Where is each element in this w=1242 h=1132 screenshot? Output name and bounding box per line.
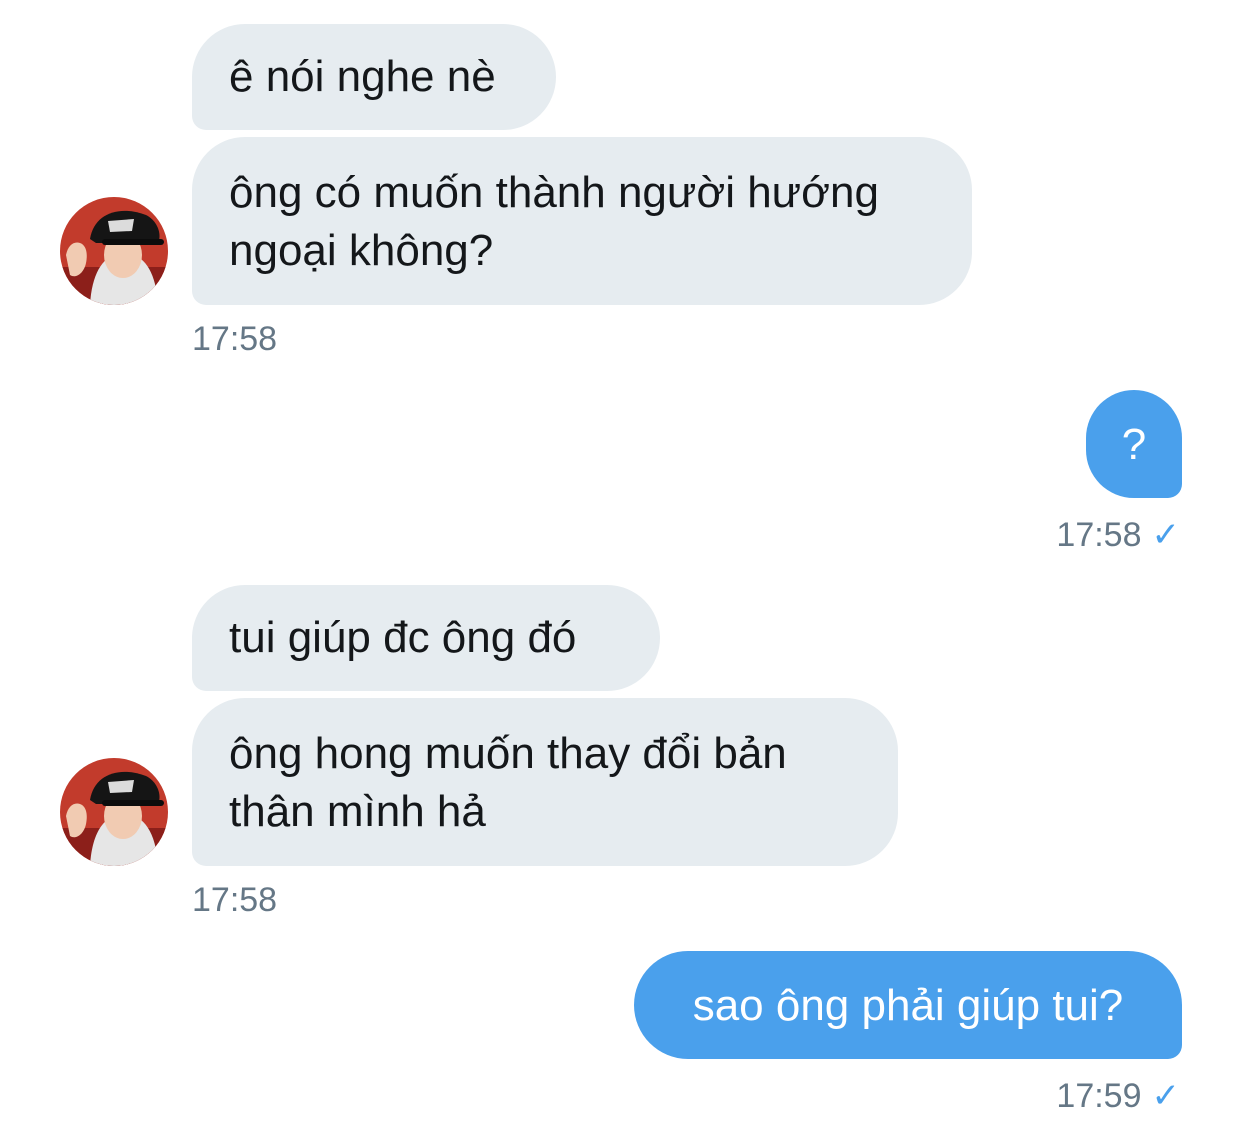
message-timestamp-row: 17:58 ✓ — [1056, 515, 1180, 555]
message-text: tui giúp đc ông đó — [229, 613, 577, 662]
checkmark-icon: ✓ — [1151, 516, 1181, 554]
incoming-message-bubble[interactable]: ê nói nghe nè — [192, 24, 556, 130]
message-timestamp: 17:58 — [192, 881, 278, 919]
message-timestamp: 17:58 — [192, 320, 278, 358]
message-text: ông có muốn thành người hướng ngoại khôn… — [229, 168, 879, 275]
message-text: ông hong muốn thay đổi bản thân mình hả — [229, 729, 787, 836]
message-text: ê nói nghe nè — [229, 52, 496, 101]
contact-avatar[interactable] — [60, 758, 168, 866]
message-text: sao ông phải giúp tui? — [692, 981, 1124, 1030]
checkmark-icon: ✓ — [1151, 1077, 1181, 1115]
outgoing-message-bubble[interactable]: sao ông phải giúp tui? — [634, 951, 1182, 1059]
message-text: ? — [1121, 420, 1147, 469]
incoming-message-bubble[interactable]: ông có muốn thành người hướng ngoại khôn… — [192, 137, 972, 305]
message-timestamp: 17:59 — [1056, 1077, 1142, 1115]
avatar-photo — [60, 758, 168, 866]
message-timestamp-row: 17:59 ✓ — [1056, 1076, 1180, 1116]
message-timestamp: 17:58 — [1056, 516, 1142, 554]
avatar-photo — [60, 197, 168, 305]
incoming-message-bubble[interactable]: tui giúp đc ông đó — [192, 585, 660, 691]
outgoing-message-bubble[interactable]: ? — [1086, 390, 1182, 498]
incoming-message-bubble[interactable]: ông hong muốn thay đổi bản thân mình hả — [192, 698, 898, 866]
contact-avatar[interactable] — [60, 197, 168, 305]
